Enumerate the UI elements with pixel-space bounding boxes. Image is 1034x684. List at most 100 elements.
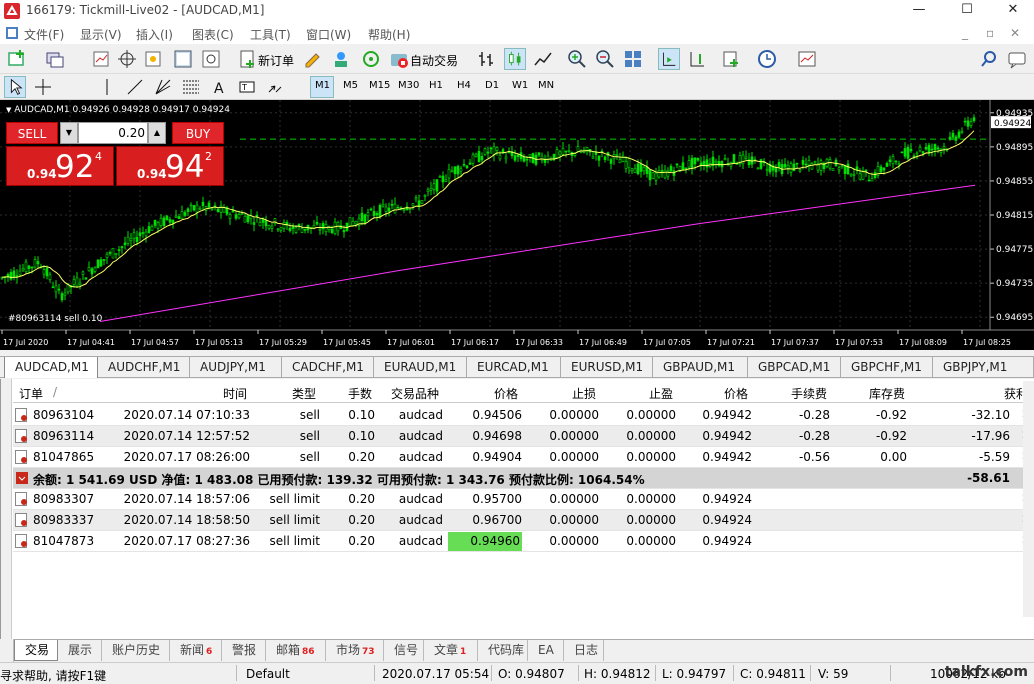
buy-button[interactable]: BUY: [172, 122, 224, 144]
menu-tools[interactable]: 工具(T): [250, 26, 291, 43]
table-row[interactable]: 81047865 2020.07.17 08:26:00 sell 0.20 audca…: [13, 447, 1034, 468]
app-menu-icon[interactable]: [5, 26, 19, 40]
auto-trading-button[interactable]: 自动交易: [410, 52, 458, 69]
status-profile[interactable]: Default: [246, 667, 290, 681]
text-tool-icon[interactable]: A: [208, 76, 230, 98]
chart-tab-cadchf[interactable]: CADCHF,M1: [282, 357, 374, 378]
header-sl[interactable]: 止损: [572, 385, 596, 402]
auto-trading-icon[interactable]: [388, 48, 410, 70]
navigator-icon[interactable]: [142, 48, 164, 70]
new-chart-icon[interactable]: [6, 48, 28, 70]
chart-shift-icon[interactable]: [686, 48, 708, 70]
terminal-tab-10[interactable]: EA: [528, 640, 564, 661]
chart-tab-gbpjpy[interactable]: GBPJPY,M1: [933, 357, 1034, 378]
menu-help[interactable]: 帮助(H): [368, 26, 410, 43]
menu-insert[interactable]: 插入(I): [136, 26, 173, 43]
header-commission[interactable]: 手续费: [791, 385, 827, 402]
header-current-price[interactable]: 价格: [724, 385, 748, 402]
terminal-tab-11[interactable]: 日志: [564, 640, 604, 661]
timeframe-m5[interactable]: M5: [343, 80, 358, 91]
close-window-button[interactable]: ✕: [990, 0, 1034, 22]
buy-price-box[interactable]: 0.94 94 2: [116, 146, 224, 186]
menu-charts[interactable]: 图表(C): [192, 26, 234, 43]
cursor-icon[interactable]: [4, 76, 26, 98]
trendline-icon[interactable]: [124, 76, 146, 98]
mdi-close-button[interactable]: ✕: [1010, 26, 1020, 40]
chart-tab-audchf[interactable]: AUDCHF,M1: [98, 357, 190, 378]
market-watch-icon[interactable]: [90, 48, 112, 70]
candlestick-chart-icon[interactable]: [504, 48, 526, 70]
label-tool-icon[interactable]: T: [236, 76, 258, 98]
menu-view[interactable]: 显示(V): [80, 26, 122, 43]
terminal-scrollbar[interactable]: [1023, 381, 1034, 617]
menu-file[interactable]: 文件(F): [24, 26, 64, 43]
signals-icon[interactable]: [360, 48, 382, 70]
header-swap[interactable]: 库存费: [869, 385, 905, 402]
market-icon[interactable]: [330, 48, 352, 70]
lot-increase-button[interactable]: ▲: [148, 122, 166, 144]
timeframe-w1[interactable]: W1: [512, 80, 528, 91]
chat-icon[interactable]: [1006, 48, 1028, 70]
terminal-tab-4[interactable]: 警报: [222, 640, 266, 661]
minimize-button[interactable]: —: [896, 0, 942, 22]
crosshair-icon[interactable]: [116, 48, 138, 70]
new-order-button[interactable]: 新订单: [258, 52, 294, 69]
maximize-button[interactable]: ☐: [944, 0, 990, 22]
bar-chart-icon[interactable]: [476, 48, 498, 70]
terminal-tab-9[interactable]: 代码库: [478, 640, 528, 661]
new-order-icon[interactable]: [236, 48, 258, 70]
menu-window[interactable]: 窗口(W): [306, 26, 351, 43]
sell-price-box[interactable]: 0.94 92 4: [6, 146, 114, 186]
terminal-tab-6[interactable]: 市场 73: [326, 640, 384, 661]
terminal-icon[interactable]: [172, 48, 194, 70]
terminal-side-handle[interactable]: [1, 379, 12, 639]
chart-tab-gbpchf[interactable]: GBPCHF,M1: [841, 357, 933, 378]
timeframe-h4[interactable]: H4: [457, 80, 471, 91]
zoom-in-icon[interactable]: [566, 48, 588, 70]
terminal-tab-8[interactable]: 文章 1: [424, 640, 478, 661]
timeframe-m1[interactable]: M1: [315, 80, 330, 91]
chart-tab-gbpcad[interactable]: GBPCAD,M1: [748, 357, 841, 378]
timeframe-d1[interactable]: D1: [485, 80, 499, 91]
timeframe-mn[interactable]: MN: [538, 80, 554, 91]
profiles-icon[interactable]: [44, 48, 66, 70]
mdi-minimize-button[interactable]: _: [962, 26, 968, 40]
autoscroll-icon[interactable]: [658, 48, 680, 70]
table-row[interactable]: 81047873 2020.07.17 08:27:36 sell limit 0.2…: [13, 531, 1034, 552]
zoom-out-icon[interactable]: [594, 48, 616, 70]
chart-tab-euraud[interactable]: EURAUD,M1: [374, 357, 467, 378]
crosshair-tool-icon[interactable]: [32, 76, 54, 98]
search-icon[interactable]: [978, 48, 1000, 70]
timeframe-m15[interactable]: M15: [369, 80, 390, 91]
line-chart-icon[interactable]: [532, 48, 554, 70]
templates-icon[interactable]: [796, 48, 818, 70]
terminal-toggle[interactable]: [0, 639, 14, 662]
mdi-restore-button[interactable]: ▫: [986, 26, 994, 40]
terminal-tab-5[interactable]: 邮箱 86: [266, 640, 326, 661]
strategy-tester-icon[interactable]: [200, 48, 222, 70]
periods-clock-icon[interactable]: [756, 48, 778, 70]
lot-decrease-button[interactable]: ▼: [60, 122, 78, 144]
header-price[interactable]: 价格: [494, 385, 518, 402]
terminal-tab-1[interactable]: 展示: [58, 640, 102, 661]
lot-size-input[interactable]: 0.20: [78, 122, 148, 144]
header-ticket[interactable]: 订单: [19, 385, 43, 402]
tile-windows-icon[interactable]: [622, 48, 644, 70]
header-tp[interactable]: 止盈: [649, 385, 673, 402]
gann-icon[interactable]: [152, 76, 174, 98]
chart-tab-gbpaud[interactable]: GBPAUD,M1: [653, 357, 748, 378]
table-row[interactable]: 80963114 2020.07.14 12:57:52 sell 0.10 audca…: [13, 426, 1034, 447]
header-lots[interactable]: 手数: [348, 385, 372, 402]
fibonacci-icon[interactable]: [180, 76, 202, 98]
terminal-tab-3[interactable]: 新闻 6: [170, 640, 222, 661]
terminal-tab-2[interactable]: 账户历史: [102, 640, 170, 661]
terminal-tab-0[interactable]: 交易: [14, 640, 58, 661]
arrows-tool-icon[interactable]: [264, 76, 286, 98]
indicators-icon[interactable]: [720, 48, 742, 70]
chart-tab-eurcad[interactable]: EURCAD,M1: [467, 357, 561, 378]
timeframe-h1[interactable]: H1: [429, 80, 443, 91]
table-row[interactable]: 80983337 2020.07.14 18:58:50 sell limit 0.2…: [13, 510, 1034, 531]
chart-tab-audjpy[interactable]: AUDJPY,M1: [190, 357, 282, 378]
metaeditor-icon[interactable]: [302, 48, 324, 70]
sell-button[interactable]: SELL: [6, 122, 58, 144]
